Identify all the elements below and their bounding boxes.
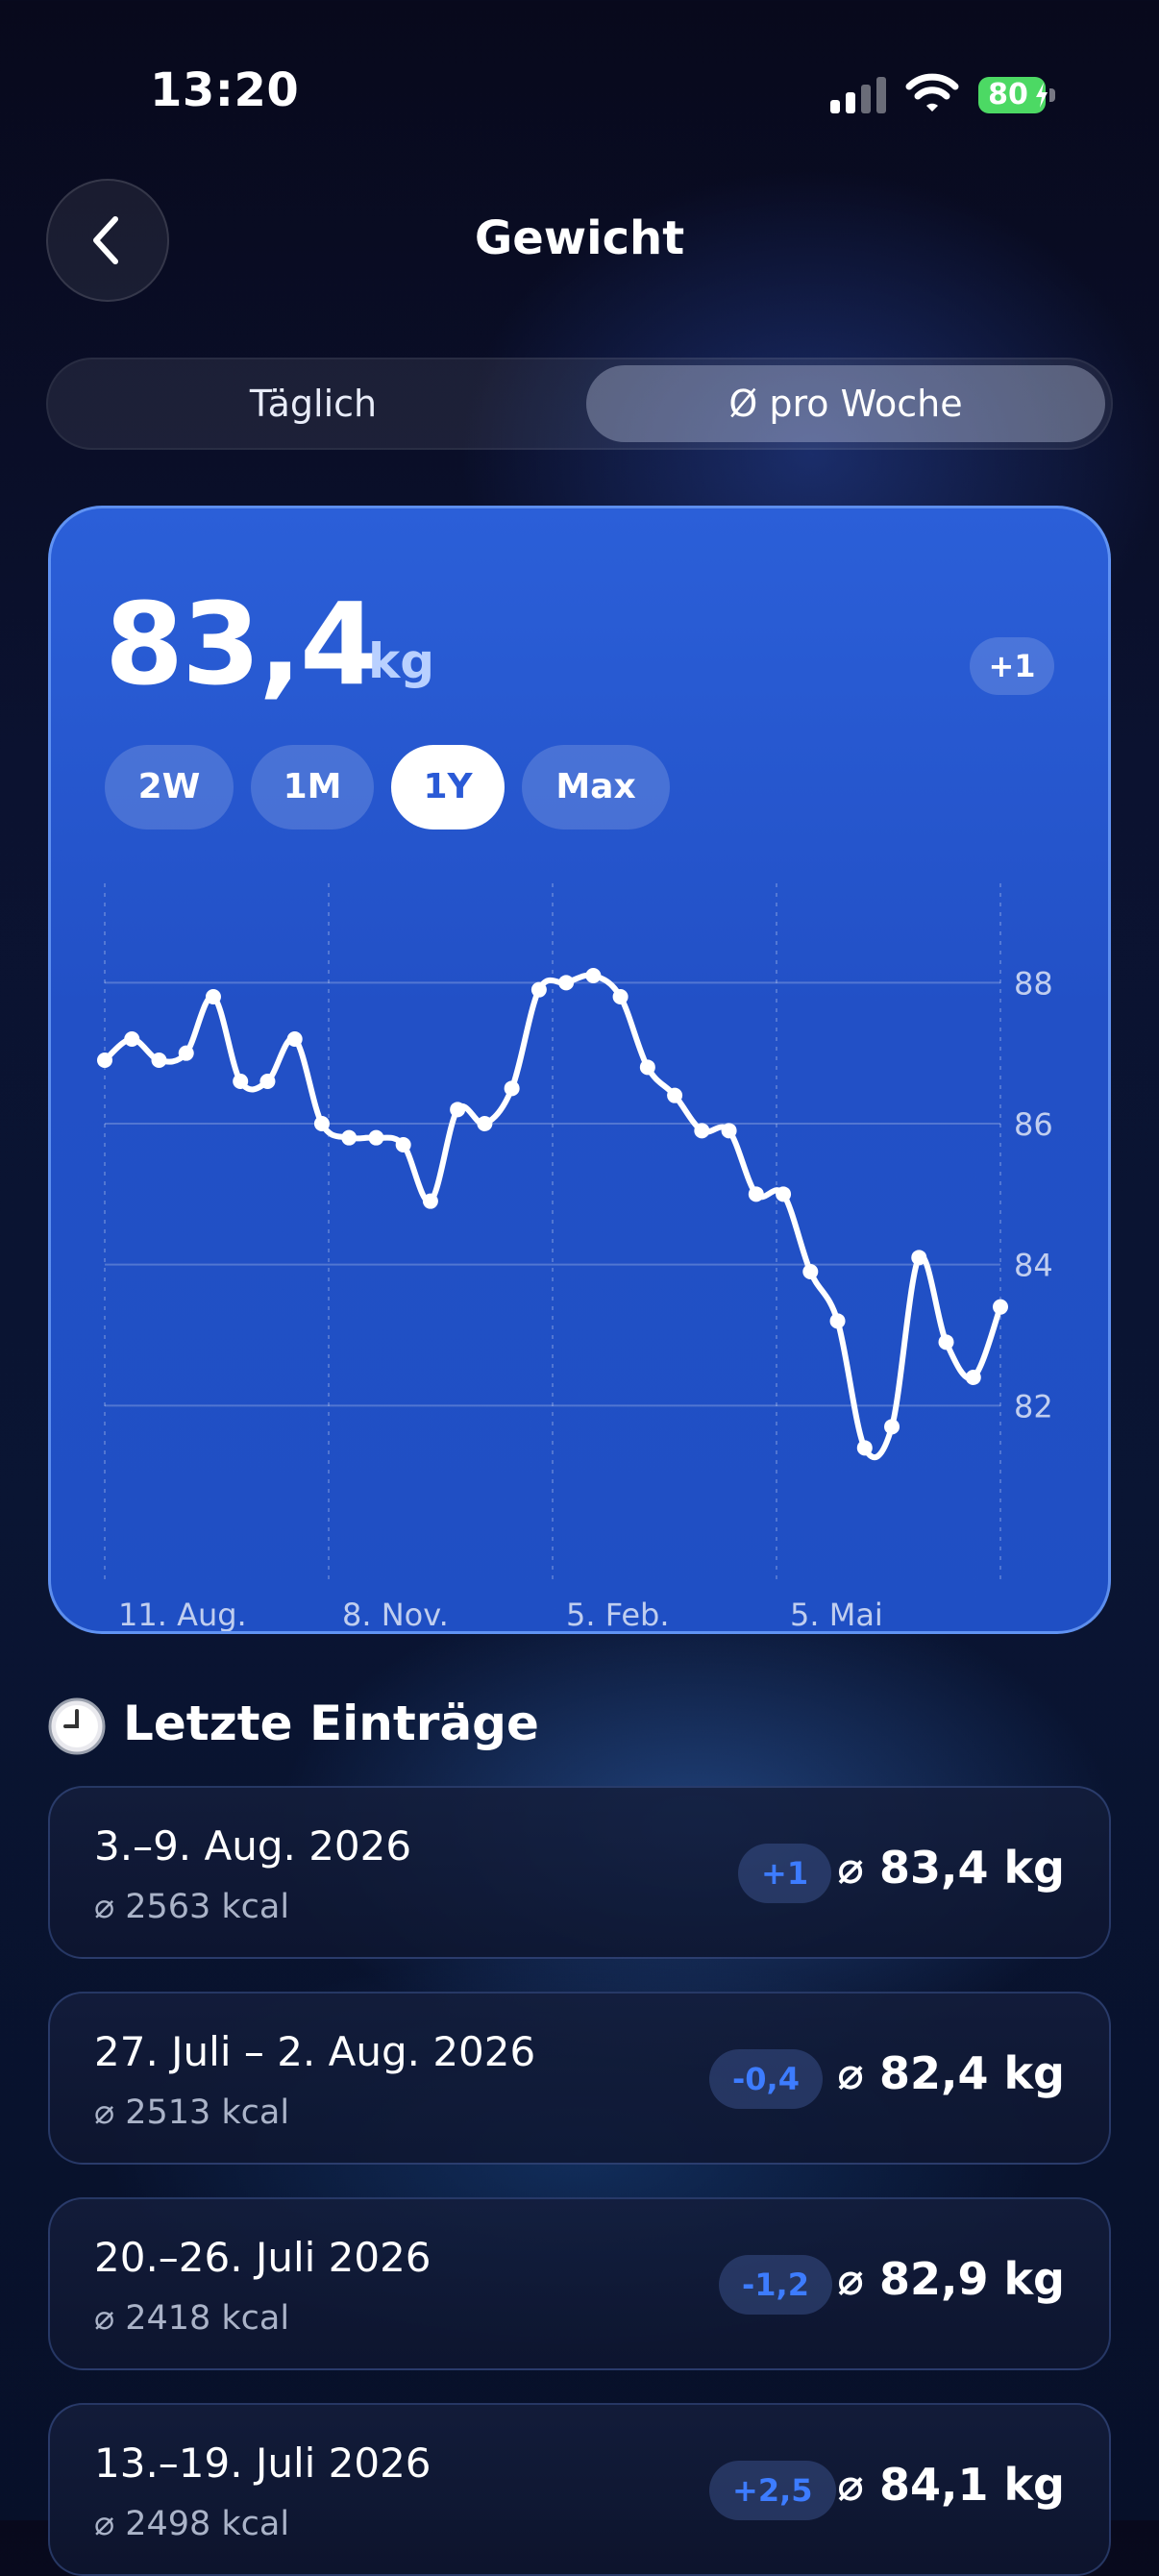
weight-data-point	[911, 1250, 927, 1266]
weight-data-point	[829, 1313, 846, 1329]
entry-avg-kcal: ⌀ 2498 kcal	[94, 2505, 290, 2543]
y-tick-label: 86	[1014, 1106, 1053, 1143]
entry-avg-weight: ⌀ 83,4 kg	[837, 1842, 1065, 1894]
entry-avg-weight: ⌀ 82,9 kg	[837, 2253, 1065, 2305]
weight-data-point	[776, 1186, 792, 1202]
weight-data-point	[694, 1123, 710, 1139]
weight-data-point	[748, 1186, 764, 1202]
x-tick-label: 5. Mai	[790, 1597, 883, 1631]
y-tick-label: 82	[1014, 1388, 1053, 1424]
weight-chart-card: 83,4 kg +1 2W 1M 1Y Max 88 86 84 82 11. Aug.…	[48, 506, 1111, 1634]
weight-data-point	[368, 1129, 384, 1146]
cellular-signal-icon	[830, 77, 888, 113]
weight-data-point	[178, 1045, 194, 1061]
entry-date-range: 3.–9. Aug. 2026	[94, 1822, 412, 1870]
entry-card[interactable]: 13.–19. Juli 2026 ⌀ 2498 kcal +2,5 ⌀ 84,…	[48, 2403, 1111, 2576]
weight-data-point	[422, 1193, 438, 1209]
battery-level: 80	[988, 78, 1028, 111]
weight-data-point	[286, 1031, 303, 1047]
status-time: 13:20	[150, 63, 300, 117]
weight-data-point	[259, 1074, 276, 1089]
tab-daily[interactable]: Täglich	[54, 365, 573, 442]
page-title: Gewicht	[474, 211, 685, 265]
weight-data-point	[802, 1264, 819, 1279]
weight-line-chart[interactable]: 88 86 84 82 11. Aug. 8. Nov. 5. Feb. 5. Mai	[51, 508, 1108, 1631]
weight-data-point	[477, 1116, 493, 1131]
weight-data-point	[639, 1059, 655, 1076]
weight-data-point	[233, 1074, 249, 1089]
weight-data-point	[450, 1102, 466, 1118]
entry-delta-badge: +1	[738, 1844, 832, 1903]
weight-data-point	[993, 1299, 1008, 1315]
y-tick-label: 88	[1014, 965, 1053, 1002]
y-tick-label: 84	[1014, 1248, 1053, 1284]
weight-data-point	[612, 989, 629, 1004]
weight-data-point	[938, 1334, 954, 1350]
entry-card[interactable]: 27. Juli – 2. Aug. 2026 ⌀ 2513 kcal -0,4…	[48, 1992, 1111, 2165]
entry-card[interactable]: 20.–26. Juli 2026 ⌀ 2418 kcal -1,2 ⌀ 82,…	[48, 2197, 1111, 2370]
charging-bolt-icon	[1036, 83, 1048, 108]
entry-avg-weight: ⌀ 82,4 kg	[837, 2047, 1065, 2099]
x-tick-label: 11. Aug.	[118, 1597, 247, 1631]
entry-date-range: 13.–19. Juli 2026	[94, 2440, 432, 2487]
x-tick-label: 5. Feb.	[566, 1597, 670, 1631]
entry-avg-kcal: ⌀ 2418 kcal	[94, 2299, 290, 2338]
weight-data-point	[530, 981, 547, 998]
weight-data-point	[585, 968, 602, 983]
tab-weekly-average[interactable]: Ø pro Woche	[586, 365, 1105, 442]
weight-data-point	[97, 1053, 112, 1068]
weight-data-point	[151, 1053, 167, 1068]
weight-data-point	[856, 1440, 873, 1456]
weight-data-point	[965, 1370, 981, 1385]
weight-data-point	[558, 975, 575, 991]
view-mode-segmented-control: Täglich Ø pro Woche	[46, 358, 1113, 450]
weight-data-point	[124, 1031, 140, 1047]
weight-data-point	[313, 1116, 330, 1131]
weight-data-point	[884, 1419, 900, 1435]
entry-delta-badge: +2,5	[709, 2461, 836, 2520]
entry-card[interactable]: 3.–9. Aug. 2026 ⌀ 2563 kcal +1 ⌀ 83,4 kg	[48, 1786, 1111, 1959]
battery-icon: 80	[978, 77, 1057, 113]
entry-delta-badge: -1,2	[719, 2255, 832, 2315]
entry-date-range: 20.–26. Juli 2026	[94, 2234, 432, 2281]
wifi-icon	[905, 71, 959, 113]
x-tick-label: 8. Nov.	[342, 1597, 449, 1631]
entry-avg-kcal: ⌀ 2563 kcal	[94, 1888, 290, 1926]
entry-date-range: 27. Juli – 2. Aug. 2026	[94, 2028, 536, 2075]
weight-data-point	[341, 1129, 358, 1146]
weight-data-point	[395, 1137, 411, 1152]
weight-data-point	[205, 989, 221, 1004]
weight-data-point	[721, 1123, 737, 1139]
clock-icon	[48, 1697, 106, 1755]
weight-data-point	[667, 1087, 683, 1103]
section-title-recent-entries: Letzte Einträge	[123, 1696, 539, 1751]
entry-avg-kcal: ⌀ 2513 kcal	[94, 2093, 290, 2132]
weight-data-point	[504, 1080, 520, 1097]
entry-delta-badge: -0,4	[709, 2049, 823, 2109]
entry-avg-weight: ⌀ 84,1 kg	[837, 2459, 1065, 2511]
